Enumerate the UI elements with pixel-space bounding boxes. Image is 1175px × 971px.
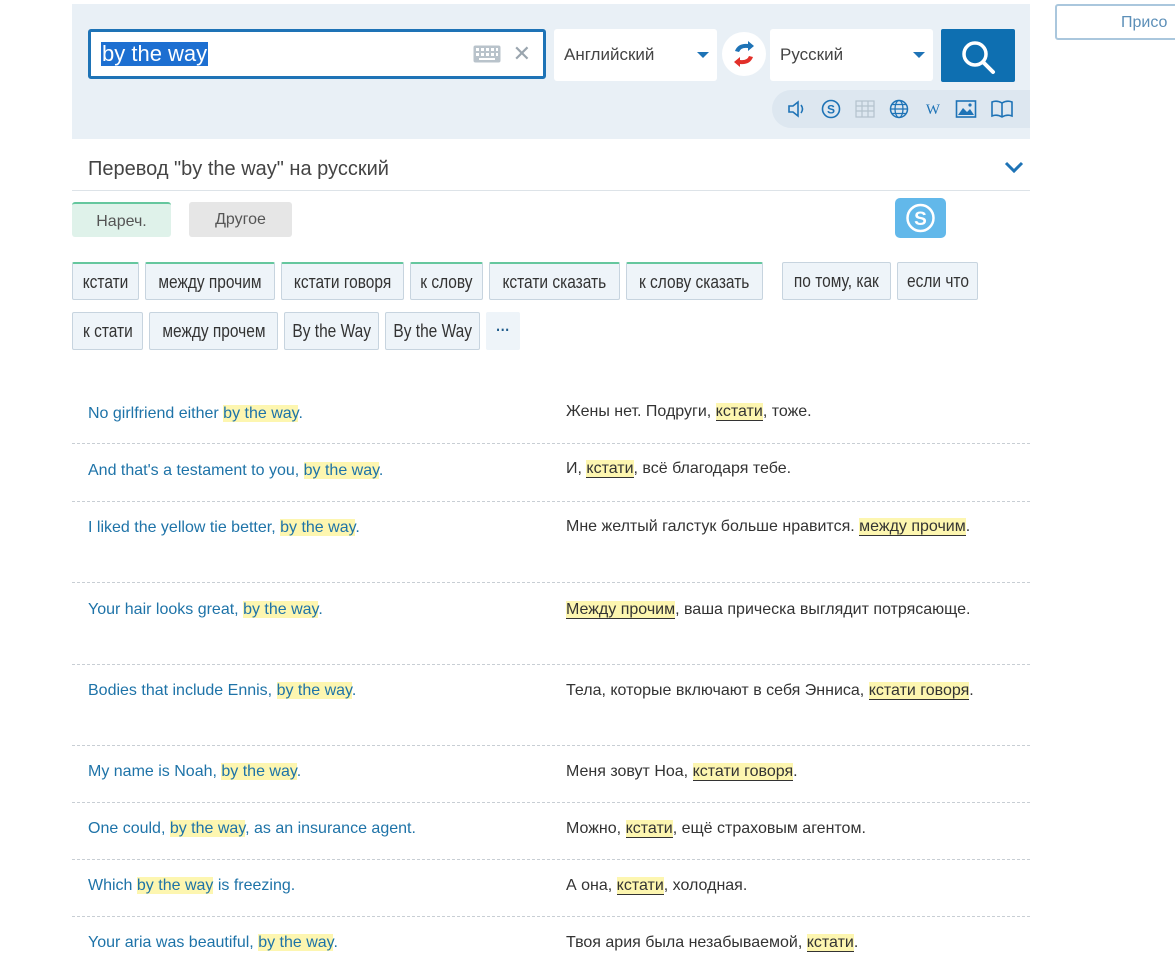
example-row: Bodies that include Ennis, by the way. Т… [72,665,1030,746]
conjugation-table-icon[interactable] [854,99,876,119]
example-row: And that's a testament to you, by the wa… [72,444,1030,502]
translation-chip[interactable]: кстати [72,262,139,300]
example-source: Bodies that include Ennis, by the way. [88,682,357,699]
example-row: Your aria was beautiful, by the way. Тво… [72,917,1030,971]
translation-chip[interactable]: между прочем [149,312,278,350]
skype-button[interactable]: S [895,198,946,238]
translation-chip[interactable]: кстати сказать [489,262,620,300]
search-button[interactable] [941,29,1015,82]
example-source: I liked the yellow tie better, by the wa… [88,519,360,536]
swap-languages-button[interactable] [722,32,766,76]
example-row: Your hair looks great, by the way. Между… [72,584,1030,665]
search-panel: by the way ✕ Английский Русский S W [72,4,1030,139]
search-query-text[interactable]: by the way [101,42,209,66]
example-row: My name is Noah, by the way. Меня зовут … [72,746,1030,803]
example-target: Тела, которые включают в себя Энниса, кс… [566,682,974,700]
join-button[interactable]: Присо [1055,4,1175,40]
example-target: А она, кстати, холодная. [566,877,748,895]
translation-chip[interactable]: к стати [72,312,143,350]
example-target: Между прочим, ваша прическа выглядит пот… [566,601,971,619]
svg-text:S: S [914,209,927,230]
example-target: Твоя ария была незабываемой, кстати. [566,934,859,952]
example-target: Меня зовут Ноа, кстати говоря. [566,763,798,781]
tab-other[interactable]: Другое [189,202,292,237]
globe-icon[interactable] [888,99,910,119]
close-icon[interactable]: ✕ [513,42,531,66]
example-row: I liked the yellow tie better, by the wa… [72,502,1030,583]
source-language-label: Английский [564,45,655,64]
chevron-down-icon [913,52,925,58]
svg-text:S: S [827,103,835,117]
target-language-label: Русский [780,45,844,64]
wikipedia-icon[interactable]: W [922,99,944,119]
example-source: Your aria was beautiful, by the way. [88,934,338,951]
example-target: И, кстати, всё благодаря тебе. [566,460,792,478]
translation-chip[interactable]: к слову [410,262,483,300]
keyboard-icon[interactable] [473,45,501,68]
example-target: Мне желтый галстук больше нравится. межд… [566,518,971,536]
book-icon[interactable] [990,99,1013,119]
example-source: And that's a testament to you, by the wa… [88,462,384,479]
translation-chip[interactable]: By the Way [284,312,379,350]
translation-chip[interactable]: By the Way [385,312,480,350]
join-button-label: Присо [1121,14,1168,31]
speaker-icon[interactable] [786,99,808,119]
example-source: No girlfriend either by the way. [88,405,303,422]
chevron-down-icon [697,52,709,58]
search-input[interactable]: by the way ✕ [88,29,546,79]
example-row: One could, by the way, as an insurance a… [72,803,1030,860]
example-row: Which by the way is freezing. А она, кст… [72,860,1030,917]
chevron-down-icon[interactable] [1004,160,1024,179]
more-translations-button[interactable]: ··· [486,312,520,350]
example-source: Which by the way is freezing. [88,877,296,894]
example-source: My name is Noah, by the way. [88,763,302,780]
tab-adverb[interactable]: Нареч. [72,202,171,237]
tools-bar: S W [772,90,1030,128]
example-target: Можно, кстати, ещё страховым агентом. [566,820,866,838]
translation-chip[interactable]: к слову сказать [626,262,763,300]
target-language-select[interactable]: Русский [770,29,933,81]
search-icon [962,41,995,74]
translation-chip[interactable]: между прочим [145,262,275,300]
translation-chip[interactable]: кстати говоря [281,262,404,300]
swap-icon [734,41,754,67]
example-source: One could, by the way, as an insurance a… [88,820,416,837]
translation-chip[interactable]: если что [897,262,978,300]
example-row: No girlfriend either by the way. Жены не… [72,388,1030,444]
translation-heading: Перевод "by the way" на русский [72,154,1030,191]
example-source: Your hair looks great, by the way. [88,601,323,618]
example-target: Жены нет. Подруги, кстати, тоже. [566,403,812,421]
skype-icon: S [906,203,935,233]
svg-text:W: W [926,102,941,118]
page-title: Перевод "by the way" на русский [88,158,389,180]
source-language-select[interactable]: Английский [554,29,717,81]
translation-chip[interactable]: по тому, как [782,262,891,300]
image-icon[interactable] [955,99,977,119]
skype-icon[interactable]: S [820,99,842,119]
